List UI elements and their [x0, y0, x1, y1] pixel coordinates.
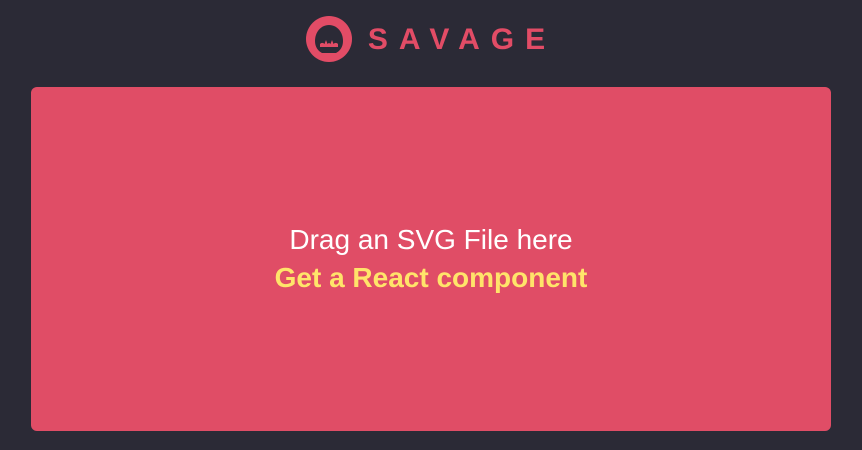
brand: SAVAGE — [305, 16, 557, 62]
svg-dropzone[interactable]: Drag an SVG File here Get a React compon… — [31, 87, 831, 431]
brand-name: SAVAGE — [367, 23, 557, 56]
shark-logo-icon — [305, 16, 352, 62]
dropzone-secondary-text: Get a React component — [274, 262, 588, 293]
dropzone-primary-text: Drag an SVG File here — [289, 224, 573, 255]
app-header: SAVAGE — [0, 0, 862, 86]
